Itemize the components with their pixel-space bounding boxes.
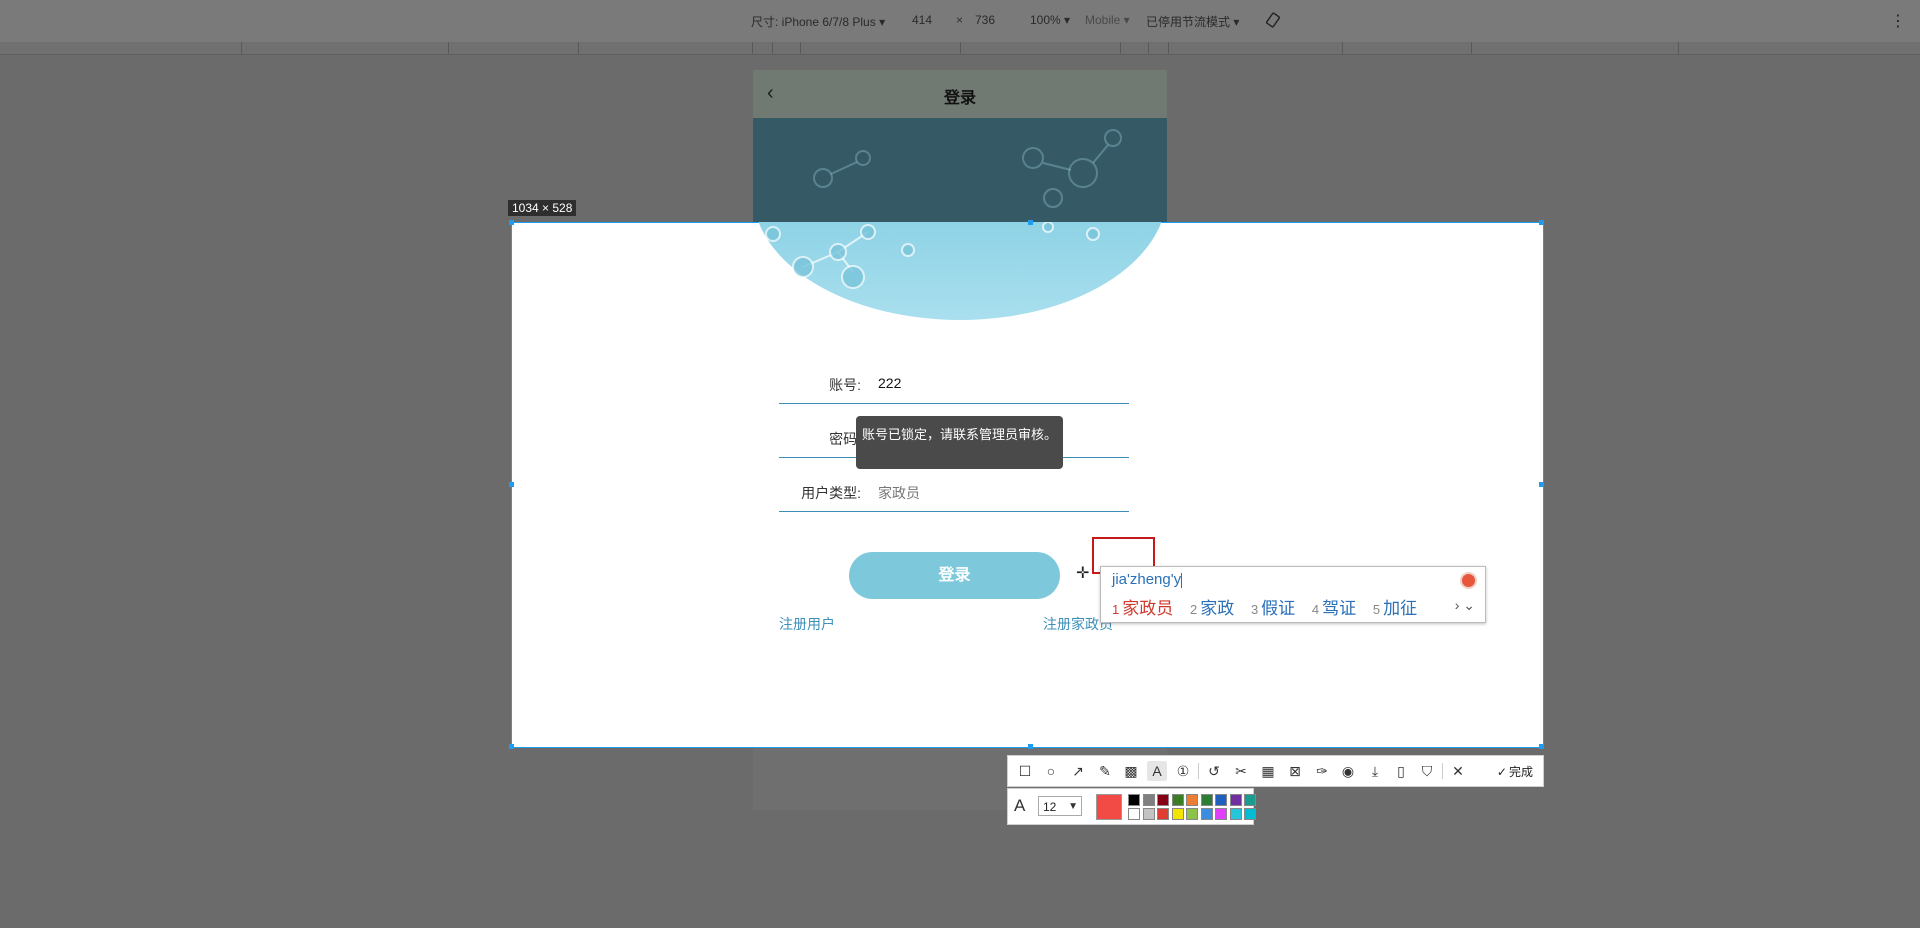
ime-candidate[interactable]: 1 家政员 [1112, 599, 1173, 618]
color-swatch[interactable] [1128, 808, 1140, 820]
close-icon[interactable]: ✕ [1448, 761, 1468, 781]
register-user-link[interactable]: 注册用户 [779, 614, 835, 634]
resize-handle[interactable] [1028, 220, 1033, 225]
pin-icon[interactable]: ✑ [1312, 761, 1332, 781]
ime-candidate-window: jia'zheng'y 1 家政员 2 家政 3 假证 4 驾证 5 加征 › ⌄ [1100, 566, 1486, 623]
screenshot-toolbar: ☐ ○ ↗ ✎ ▩ A ① ↺ ✂ ▦ ⊠ ✑ ◉ ⤓ ▯ ⛉ ✕ ✓ 完成 [1007, 755, 1544, 787]
color-swatch[interactable] [1229, 808, 1242, 820]
ime-candidate[interactable]: 5 加征 [1373, 599, 1417, 618]
ime-candidate[interactable]: 4 驾证 [1312, 599, 1356, 618]
current-color-swatch[interactable] [1096, 794, 1122, 820]
device-select[interactable]: 尺寸: iPhone 6/7/8 Plus ▾ [751, 13, 885, 30]
molecule-decoration [765, 222, 1100, 289]
ellipse-icon[interactable]: ○ [1041, 761, 1061, 781]
height-input[interactable]: 736 [975, 13, 995, 27]
ruler [0, 42, 1920, 55]
text-style-panel: A 12 ▼ [1007, 788, 1256, 825]
color-swatch[interactable] [1171, 794, 1184, 806]
chevron-down-icon: ▼ [1068, 801, 1078, 812]
account-input[interactable]: 222 [878, 375, 901, 391]
font-size-select[interactable]: 12 ▼ [1038, 796, 1082, 816]
color-swatch[interactable] [1215, 794, 1227, 806]
ime-candidate[interactable]: 2 家政 [1190, 599, 1234, 618]
resize-handle[interactable] [509, 482, 514, 487]
rectangle-icon[interactable]: ☐ [1015, 761, 1035, 781]
ime-pinyin: jia'zheng'y [1112, 571, 1183, 588]
save-icon[interactable]: ▯ [1391, 761, 1411, 781]
color-swatch[interactable] [1157, 794, 1169, 806]
undo-icon[interactable]: ↺ [1204, 761, 1224, 781]
crosshair-cursor-icon: ✛ [1076, 565, 1090, 582]
done-button[interactable]: ✓ 完成 [1497, 763, 1533, 780]
ime-candidates: 1 家政员 2 家政 3 假证 4 驾证 5 加征 [1112, 594, 1429, 619]
molecule-decoration [813, 129, 1122, 208]
resize-handle[interactable] [1539, 482, 1544, 487]
color-swatch[interactable] [1215, 808, 1227, 820]
color-swatch[interactable] [1244, 808, 1256, 820]
color-swatch[interactable] [1186, 808, 1198, 820]
ime-logo-icon[interactable] [1460, 572, 1477, 589]
color-swatch[interactable] [1128, 794, 1140, 806]
bookmark-icon[interactable]: ⛉ [1417, 761, 1437, 781]
record-icon[interactable]: ◉ [1338, 761, 1358, 781]
color-swatch[interactable] [1171, 808, 1184, 820]
ime-next-page-icon[interactable]: › ⌄ [1455, 597, 1475, 614]
text-icon[interactable]: A [1147, 761, 1167, 781]
resize-handle[interactable] [1028, 744, 1033, 749]
width-input[interactable]: 414 [912, 13, 932, 27]
ime-candidate[interactable]: 3 假证 [1251, 599, 1295, 618]
phone-header: ‹ 登录 [753, 70, 1167, 118]
error-toast: 账号已锁定，请联系管理员审核。 [856, 416, 1063, 469]
devtools-toolbar: 尺寸: iPhone 6/7/8 Plus ▾ 414 × 736 100% ▾… [0, 0, 1920, 43]
resize-handle[interactable] [509, 220, 514, 225]
color-swatch[interactable] [1200, 794, 1213, 806]
resize-handle[interactable] [509, 744, 514, 749]
number-icon[interactable]: ① [1173, 761, 1193, 781]
rotate-icon[interactable] [1264, 11, 1282, 29]
throttle-select[interactable]: 已停用节流模式 ▾ [1146, 13, 1239, 30]
user-type-field[interactable]: 用户类型: 家政员 [779, 471, 1129, 512]
ocr-icon[interactable]: ▦ [1258, 761, 1278, 781]
user-type-label: 用户类型: [801, 485, 861, 501]
page-title: 登录 [943, 90, 976, 107]
scissors-icon[interactable]: ✂ [1231, 761, 1251, 781]
user-type-select[interactable]: 家政员 [878, 483, 920, 503]
mobile-select[interactable]: Mobile ▾ [1085, 13, 1130, 27]
mosaic-icon[interactable]: ▩ [1121, 761, 1141, 781]
pen-icon[interactable]: ✎ [1095, 761, 1115, 781]
account-label: 账号: [829, 377, 861, 393]
more-options-icon[interactable]: ⋮ [1890, 11, 1906, 31]
translate-icon[interactable]: ⊠ [1285, 761, 1305, 781]
capture-dimensions: 1034 × 528 [508, 200, 577, 216]
font-icon: A [1014, 796, 1026, 815]
resize-handle[interactable] [1539, 744, 1544, 749]
banner-dimmed [753, 118, 1167, 222]
color-swatch[interactable] [1200, 808, 1213, 820]
download-icon[interactable]: ⤓ [1365, 761, 1385, 781]
color-swatch[interactable] [1142, 808, 1155, 820]
color-swatch[interactable] [1244, 794, 1256, 806]
color-swatch[interactable] [1229, 794, 1242, 806]
resize-handle[interactable] [1539, 220, 1544, 225]
color-swatch[interactable] [1186, 794, 1198, 806]
account-field[interactable]: 账号: 222 [779, 363, 1129, 404]
check-icon: ✓ [1496, 765, 1507, 779]
color-swatch[interactable] [1157, 808, 1169, 820]
zoom-select[interactable]: 100% ▾ [1030, 13, 1070, 27]
arrow-icon[interactable]: ↗ [1068, 761, 1088, 781]
header-arc [753, 222, 1167, 320]
color-swatch[interactable] [1142, 794, 1155, 806]
login-button[interactable]: 登录 [849, 552, 1060, 599]
dimension-separator: × [956, 13, 964, 27]
